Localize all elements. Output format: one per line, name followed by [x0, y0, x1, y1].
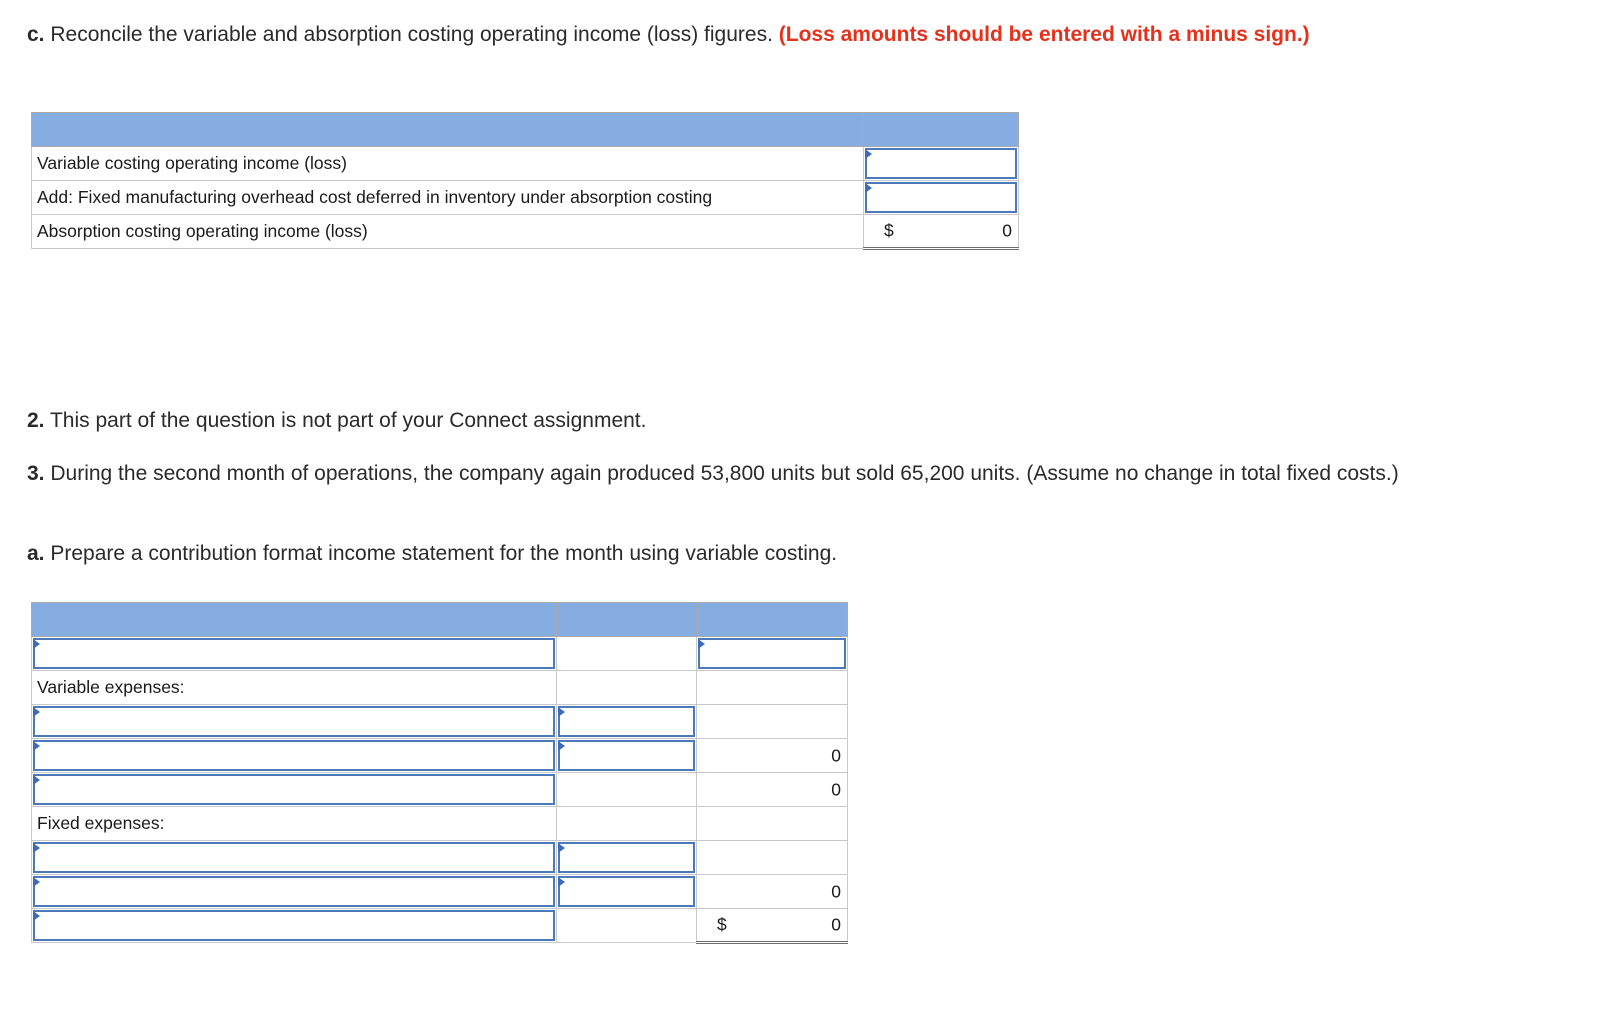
sales-amount-input[interactable]	[698, 638, 846, 669]
input-marker-icon	[558, 707, 565, 717]
fixed-expense-1-amount-cell	[556, 840, 697, 875]
currency-symbol: $	[884, 220, 894, 241]
empty-cell	[696, 704, 848, 739]
absorption-costing-income-value: 0	[1002, 220, 1012, 241]
empty-cell	[556, 636, 697, 671]
contribution-margin-value: 0	[831, 779, 841, 799]
variable-expense-1-amount-cell	[556, 704, 697, 739]
empty-cell	[696, 670, 848, 705]
net-operating-income-label-cell	[31, 908, 557, 943]
absorption-costing-income-label: Absorption costing operating income (los…	[31, 214, 864, 249]
fixed-expense-2-label-input[interactable]	[33, 876, 555, 907]
variable-expense-2-amount-cell	[556, 738, 697, 773]
table-row: Variable expenses:	[31, 670, 848, 705]
empty-cell	[556, 806, 697, 841]
net-operating-income-cell: $ 0	[696, 908, 848, 944]
part-a-instruction: a. Prepare a contribution format income …	[27, 542, 838, 565]
input-marker-icon	[558, 877, 565, 887]
fixed-expense-1-label-input[interactable]	[33, 842, 555, 873]
sales-label-cell	[31, 636, 557, 671]
fixed-expense-2-label-cell	[31, 874, 557, 909]
input-marker-icon	[33, 911, 40, 921]
sales-amount-cell	[696, 636, 848, 671]
variable-costing-income-label: Variable costing operating income (loss)	[31, 146, 864, 181]
empty-cell	[556, 908, 697, 943]
sales-label-input[interactable]	[33, 638, 555, 669]
fixed-expense-2-amount-cell	[556, 874, 697, 909]
variable-expense-1-amount-input[interactable]	[558, 706, 695, 737]
input-marker-icon	[558, 843, 565, 853]
variable-expense-2-label-input[interactable]	[33, 740, 555, 771]
fixed-expenses-label: Fixed expenses:	[31, 806, 557, 841]
net-operating-income-value: 0	[831, 914, 841, 935]
fixed-overhead-deferred-cell	[863, 180, 1019, 215]
empty-cell	[696, 840, 848, 875]
table-row: Fixed expenses:	[31, 806, 848, 841]
input-marker-icon	[33, 877, 40, 887]
contribution-margin-cell: 0	[696, 772, 848, 807]
table-row	[31, 636, 848, 671]
fixed-expenses-total-value: 0	[831, 881, 841, 901]
variable-expenses-total-cell: 0	[696, 738, 848, 773]
table-row: 0	[31, 738, 848, 773]
variable-costing-income-cell	[863, 146, 1019, 181]
contribution-margin-label-input[interactable]	[33, 774, 555, 805]
table-row: Variable costing operating income (loss)	[31, 146, 1019, 181]
empty-cell	[696, 806, 848, 841]
table-row: 0	[31, 874, 848, 909]
input-marker-icon	[33, 775, 40, 785]
question-3-text: 3. During the second month of operations…	[27, 462, 1399, 485]
income-statement-table: Variable expenses: 0 0 Fixed expenses: 0…	[31, 602, 848, 944]
input-marker-icon	[33, 741, 40, 751]
input-marker-icon	[865, 183, 872, 193]
empty-cell	[556, 670, 697, 705]
input-marker-icon	[558, 741, 565, 751]
variable-expense-1-label-cell	[31, 704, 557, 739]
fixed-overhead-deferred-label: Add: Fixed manufacturing overhead cost d…	[31, 180, 864, 215]
table-row: Add: Fixed manufacturing overhead cost d…	[31, 180, 1019, 215]
question-2-text: 2. This part of the question is not part…	[27, 409, 647, 432]
input-marker-icon	[33, 707, 40, 717]
input-marker-icon	[33, 639, 40, 649]
table-row: 0	[31, 772, 848, 807]
variable-expenses-label: Variable expenses:	[31, 670, 557, 705]
table-row: Absorption costing operating income (los…	[31, 214, 1019, 250]
variable-expenses-total-value: 0	[831, 745, 841, 765]
table-header-row	[31, 602, 848, 637]
table-row	[31, 704, 848, 739]
absorption-costing-income-total: $ 0	[863, 214, 1019, 250]
fixed-expense-1-label-cell	[31, 840, 557, 875]
reconciliation-table: Variable costing operating income (loss)…	[31, 112, 1019, 250]
fixed-expense-2-amount-input[interactable]	[558, 876, 695, 907]
fixed-expense-1-amount-input[interactable]	[558, 842, 695, 873]
empty-cell	[556, 772, 697, 807]
input-marker-icon	[33, 843, 40, 853]
variable-expense-2-label-cell	[31, 738, 557, 773]
fixed-expenses-total-cell: 0	[696, 874, 848, 909]
variable-expense-2-amount-input[interactable]	[558, 740, 695, 771]
net-operating-income-label-input[interactable]	[33, 910, 555, 941]
table-row: $ 0	[31, 908, 848, 944]
variable-expense-1-label-input[interactable]	[33, 706, 555, 737]
input-marker-icon	[865, 149, 872, 159]
contribution-margin-label-cell	[31, 772, 557, 807]
variable-costing-income-input[interactable]	[865, 148, 1017, 179]
table-row	[31, 840, 848, 875]
table-header-row	[31, 112, 1019, 147]
currency-symbol: $	[717, 914, 727, 935]
input-marker-icon	[698, 639, 705, 649]
part-c-instruction: c. Reconcile the variable and absorption…	[27, 23, 1310, 46]
fixed-overhead-deferred-input[interactable]	[865, 182, 1017, 213]
